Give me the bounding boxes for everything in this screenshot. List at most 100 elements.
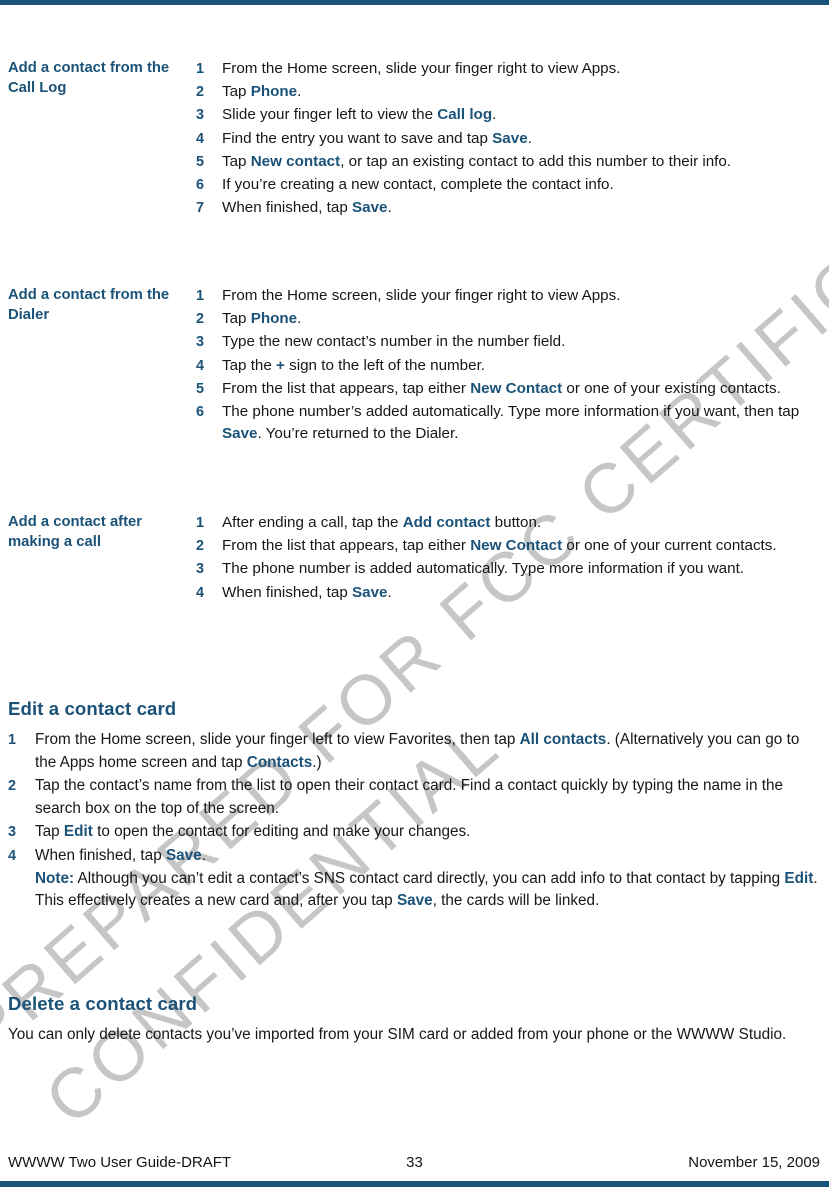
step-text: Tap New contact, or tap an existing cont… <box>222 152 732 170</box>
step-item: 2 Tap the contact’s name from the list to… <box>8 775 820 820</box>
step-number: 2 <box>196 311 205 328</box>
step-number: 6 <box>196 177 205 194</box>
page-footer: WWWW Two User Guide-DRAFT 33 November 15… <box>0 1154 829 1178</box>
keyword: All contacts <box>519 731 607 748</box>
step-list: 1 After ending a call, tap the Add contac… <box>196 512 823 604</box>
procedure-label: Add a contact from the Call Log <box>8 60 170 96</box>
procedure-label: Add a contact from the Dialer <box>8 287 170 323</box>
step-number: 3 <box>196 107 205 124</box>
step-number: 1 <box>196 61 205 77</box>
step-note: Note: Although you can’t edit a contact’… <box>35 869 818 910</box>
keyword: Call log <box>437 106 493 124</box>
keyword: Edit <box>784 869 814 887</box>
keyword: New contact <box>250 152 341 170</box>
step-text: Tap the contact’s name from the list to … <box>35 777 783 817</box>
step-text: Slide your finger left to view the Call … <box>222 106 497 124</box>
step-item: 1 From the Home screen, slide your finger… <box>8 729 820 774</box>
step-number: 2 <box>196 538 205 555</box>
procedure-block-call-log: Add a contact from the Call Log 1 From th… <box>8 58 823 220</box>
step-text: The phone number is added automatically.… <box>222 560 745 578</box>
step-list: 1 From the Home screen, slide your finger… <box>196 58 823 219</box>
step-item: 5 From the list that appears, tap either … <box>196 378 823 400</box>
section-title: Edit a contact card <box>8 698 177 719</box>
step-item: 1 From the Home screen, slide your finger… <box>196 285 823 307</box>
keyword: Save <box>352 199 388 217</box>
step-item: 6 The phone number’s added automatically.… <box>196 401 823 445</box>
step-item: 1 From the Home screen, slide your finger… <box>196 58 823 80</box>
procedure-block-dialer: Add a contact from the Dialer 1 From the … <box>8 285 823 446</box>
step-text: Find the entry you want to save and tap … <box>222 129 532 147</box>
step-text: Tap the + sign to the left of the number… <box>222 356 486 374</box>
step-text: From the Home screen, slide your finger … <box>222 287 621 304</box>
step-item: 4 When finished, tap Save. Note: Although … <box>8 845 820 913</box>
step-number: 2 <box>8 778 17 795</box>
keyword: Save <box>396 892 433 910</box>
step-text: When finished, tap Save. <box>35 846 206 864</box>
keyword: Contacts <box>246 753 313 771</box>
section-title: Delete a contact card <box>8 993 198 1014</box>
step-number: 4 <box>196 357 205 374</box>
step-text: Tap Phone. <box>222 83 302 101</box>
keyword: Save <box>492 129 528 147</box>
step-item: 7 When finished, tap Save. <box>196 197 823 219</box>
procedure-steps: 1 From the Home screen, slide your finger… <box>190 58 823 220</box>
step-item: 2 From the list that appears, tap either … <box>196 535 823 557</box>
section-body: You can only delete contacts you’ve impo… <box>8 1026 787 1043</box>
step-item: 5 Tap New contact, or tap an existing con… <box>196 151 823 173</box>
step-text: If you’re creating a new contact, comple… <box>222 176 614 194</box>
step-item: 4 When finished, tap Save. <box>196 582 823 604</box>
step-item: 6 If you’re creating a new contact, compl… <box>196 174 823 196</box>
step-number: 3 <box>8 824 17 841</box>
step-text: Tap Phone. <box>222 310 302 328</box>
keyword: Edit <box>63 823 93 841</box>
step-item: 4 Tap the + sign to the left of the numbe… <box>196 355 823 377</box>
keyword: Save <box>165 846 202 864</box>
keyword: Phone <box>250 310 298 328</box>
step-number: 4 <box>8 847 17 864</box>
section-edit-contact-card: Edit a contact card 1 From the Home scree… <box>8 698 820 914</box>
step-item: 2 Tap Phone. <box>196 81 823 103</box>
step-item: 3 The phone number is added automatically… <box>196 558 823 580</box>
section-delete-contact-card: Delete a contact card You can only delet… <box>8 993 820 1047</box>
step-text: From the Home screen, slide your finger … <box>222 60 621 77</box>
page-bottom-rule <box>0 1181 829 1187</box>
procedure-block-after-call: Add a contact after making a call 1 After… <box>8 512 823 605</box>
step-number: 2 <box>196 84 205 101</box>
step-number: 5 <box>196 153 205 170</box>
footer-date: November 15, 2009 <box>688 1154 820 1171</box>
step-list: 1 From the Home screen, slide your finger… <box>196 285 823 445</box>
step-text: Tap Edit to open the contact for editing… <box>35 823 471 841</box>
keyword: Save <box>222 425 258 443</box>
step-item: 3 Slide your finger left to view the Call… <box>196 104 823 126</box>
step-text: From the list that appears, tap either N… <box>222 379 781 397</box>
procedure-steps: 1 From the Home screen, slide your finger… <box>190 285 823 446</box>
step-number: 1 <box>196 288 205 304</box>
step-number: 6 <box>196 404 205 421</box>
page-top-rule <box>0 0 829 5</box>
step-number: 1 <box>8 732 17 748</box>
procedure-steps: 1 After ending a call, tap the Add contac… <box>190 512 823 605</box>
step-item: 4 Find the entry you want to save and tap… <box>196 128 823 150</box>
step-item: 3 Type the new contact’s number in the nu… <box>196 331 823 353</box>
step-text: When finished, tap Save. <box>222 199 392 217</box>
step-number: 5 <box>196 380 205 397</box>
step-item: 1 After ending a call, tap the Add contac… <box>196 512 823 534</box>
step-item: 2 Tap Phone. <box>196 308 823 330</box>
keyword: Add contact <box>402 514 491 531</box>
step-text: After ending a call, tap the Add contact… <box>222 514 542 531</box>
keyword: + <box>276 356 285 374</box>
step-item: 3 Tap Edit to open the contact for editin… <box>8 821 820 844</box>
keyword: Note: <box>35 869 75 887</box>
step-number: 3 <box>196 561 205 578</box>
step-text: The phone number’s added automatically. … <box>222 403 800 443</box>
step-text: From the Home screen, slide your finger … <box>35 731 800 771</box>
step-number: 7 <box>196 200 205 217</box>
procedure-label: Add a contact after making a call <box>8 514 143 550</box>
keyword: Phone <box>250 83 298 101</box>
document-page: PREPARED FOR FCC CERTIFICATION CONFIDENT… <box>0 0 829 1188</box>
step-number: 1 <box>196 515 205 531</box>
keyword: New Contact <box>470 537 563 555</box>
step-number: 4 <box>196 584 205 601</box>
step-text: Type the new contact’s number in the num… <box>222 333 566 351</box>
keyword: New Contact <box>470 379 563 397</box>
